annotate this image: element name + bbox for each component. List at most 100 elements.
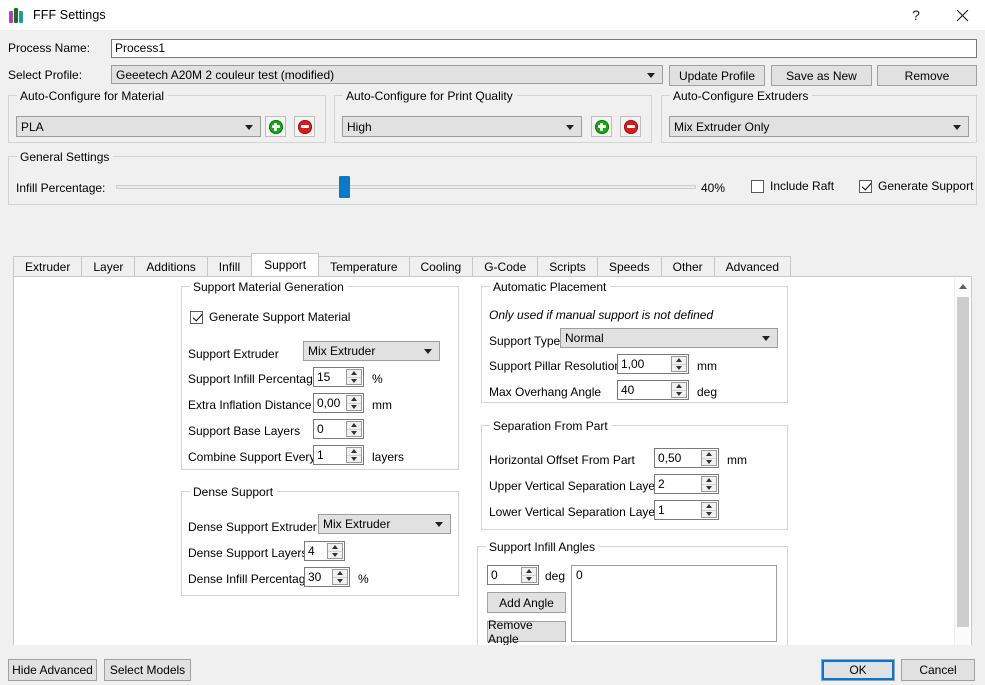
support-type-combo[interactable]: Normal	[560, 328, 778, 348]
horizontal-offset-label: Horizontal Offset From Part	[489, 453, 635, 467]
extruders-combo[interactable]: Mix Extruder Only	[669, 116, 969, 137]
vertical-scrollbar[interactable]	[954, 278, 971, 670]
add-quality-button[interactable]	[591, 116, 612, 137]
tab-cooling[interactable]: Cooling	[408, 256, 474, 276]
remove-material-button[interactable]	[294, 116, 315, 137]
select-models-button[interactable]: Select Models	[104, 659, 191, 681]
spinner-arrows[interactable]	[701, 450, 717, 466]
upper-vertical-separation-spinner[interactable]: 2	[654, 474, 719, 494]
automatic-placement-title: Automatic Placement	[490, 280, 611, 294]
dense-support-extruder-value: Mix Extruder	[323, 517, 391, 531]
support-infill-angles-list[interactable]: 0	[571, 565, 777, 642]
chevron-down-icon	[245, 124, 253, 130]
infill-slider-track[interactable]	[116, 185, 696, 189]
support-infill-angle-spinner[interactable]: 0	[487, 565, 539, 585]
horizontal-offset-spinner[interactable]: 0,50	[654, 448, 719, 468]
spinner-arrows[interactable]	[346, 369, 362, 385]
support-infill-angles-title: Support Infill Angles	[486, 540, 600, 554]
tab-infill[interactable]: Infill	[206, 256, 253, 276]
select-profile-combo[interactable]: Geeetech A20M 2 couleur test (modified)	[111, 65, 663, 84]
plus-circle-icon	[268, 119, 283, 134]
tab-scripts[interactable]: Scripts	[537, 256, 598, 276]
spinner-arrows[interactable]	[671, 356, 687, 372]
spinner-arrows[interactable]	[327, 543, 343, 559]
extruders-value: Mix Extruder Only	[674, 119, 770, 134]
checkbox-box	[859, 179, 872, 193]
support-pillar-resolution-spinner[interactable]: 1,00	[617, 354, 689, 374]
spinner-arrows[interactable]	[346, 421, 362, 437]
support-extruder-value: Mix Extruder	[308, 344, 376, 358]
hide-advanced-button[interactable]: Hide Advanced	[8, 659, 97, 681]
quality-group-title: Auto-Configure for Print Quality	[343, 89, 517, 103]
save-as-new-button[interactable]: Save as New	[771, 65, 872, 86]
support-type-label: Support Type	[489, 334, 561, 348]
quality-combo[interactable]: High	[342, 116, 582, 137]
support-infill-percentage-spinner[interactable]: 15	[313, 367, 364, 387]
remove-angle-button[interactable]: Remove Angle	[487, 618, 566, 646]
app-bars-icon	[9, 7, 25, 23]
generate-support-material-checkbox[interactable]: Generate Support Material	[190, 310, 350, 324]
combine-support-every-spinner[interactable]: 1	[313, 445, 364, 465]
scroll-up-icon[interactable]	[955, 278, 971, 295]
spinner-arrows[interactable]	[701, 476, 717, 492]
spinner-arrows[interactable]	[346, 395, 362, 411]
support-base-layers-spinner[interactable]: 0	[313, 419, 364, 439]
tab-support[interactable]: Support	[251, 253, 320, 276]
tab-advanced[interactable]: Advanced	[713, 256, 792, 276]
spinner-arrows[interactable]	[332, 569, 348, 585]
spinner-value: 0,50	[658, 451, 682, 465]
ok-button[interactable]: OK	[821, 659, 895, 681]
scroll-thumb[interactable]	[957, 297, 969, 627]
tab-other[interactable]: Other	[660, 256, 715, 276]
tab-gcode[interactable]: G-Code	[472, 256, 539, 276]
tab-temperature[interactable]: Temperature	[318, 256, 410, 276]
tab-layer[interactable]: Layer	[81, 256, 136, 276]
cancel-button[interactable]: Cancel	[901, 659, 975, 681]
chevron-down-icon	[435, 522, 443, 527]
include-raft-checkbox[interactable]: Include Raft	[751, 179, 834, 193]
max-overhang-angle-unit: deg	[697, 385, 718, 399]
generate-support-checkbox[interactable]: Generate Support	[859, 179, 973, 193]
support-infill-percentage-label: Support Infill Percentage	[188, 372, 320, 386]
settings-tabs[interactable]: Extruder Layer Additions Infill Support …	[13, 253, 792, 276]
material-combo[interactable]: PLA	[16, 116, 261, 137]
window-controls: ?	[893, 0, 985, 30]
dense-support-extruder-combo[interactable]: Mix Extruder	[318, 514, 451, 534]
process-name-input[interactable]: Process1	[111, 39, 977, 58]
checkbox-box	[751, 179, 764, 193]
support-extruder-label: Support Extruder	[188, 347, 279, 361]
lower-vertical-separation-spinner[interactable]: 1	[654, 500, 719, 520]
support-type-value: Normal	[565, 331, 604, 345]
help-button[interactable]: ?	[893, 0, 939, 30]
plus-circle-icon	[594, 119, 609, 134]
dense-support-layers-spinner[interactable]: 4	[304, 541, 345, 561]
add-material-button[interactable]	[265, 116, 286, 137]
material-group-title: Auto-Configure for Material	[17, 89, 169, 103]
add-angle-button[interactable]: Add Angle	[487, 592, 566, 613]
spinner-arrows[interactable]	[671, 382, 687, 398]
spinner-value: 1	[317, 448, 324, 462]
tab-extruder[interactable]: Extruder	[13, 256, 83, 276]
support-extruder-combo[interactable]: Mix Extruder	[303, 341, 440, 361]
combine-support-every-unit: layers	[372, 450, 405, 464]
spinner-value: 1	[658, 503, 665, 517]
extra-inflation-distance-unit: mm	[372, 398, 392, 412]
extra-inflation-distance-spinner[interactable]: 0,00	[313, 393, 364, 413]
infill-slider-thumb[interactable]	[339, 176, 350, 198]
list-item[interactable]: 0	[576, 568, 772, 582]
spinner-arrows[interactable]	[521, 567, 537, 583]
spinner-arrows[interactable]	[346, 447, 362, 463]
generate-support-material-label: Generate Support Material	[209, 310, 351, 324]
max-overhang-angle-spinner[interactable]: 40	[617, 380, 689, 400]
update-profile-button[interactable]: Update Profile	[669, 65, 765, 86]
remove-quality-button[interactable]	[620, 116, 641, 137]
close-icon[interactable]	[939, 0, 985, 30]
support-pillar-resolution-label: Support Pillar Resolution	[489, 359, 622, 373]
dense-infill-percentage-spinner[interactable]: 30	[304, 567, 350, 587]
remove-profile-button[interactable]: Remove	[877, 65, 977, 86]
spinner-value: 4	[308, 544, 315, 558]
tab-additions[interactable]: Additions	[134, 256, 208, 276]
spinner-arrows[interactable]	[701, 502, 717, 518]
tab-speeds[interactable]: Speeds	[596, 256, 662, 276]
dense-infill-percentage-unit: %	[358, 572, 369, 586]
